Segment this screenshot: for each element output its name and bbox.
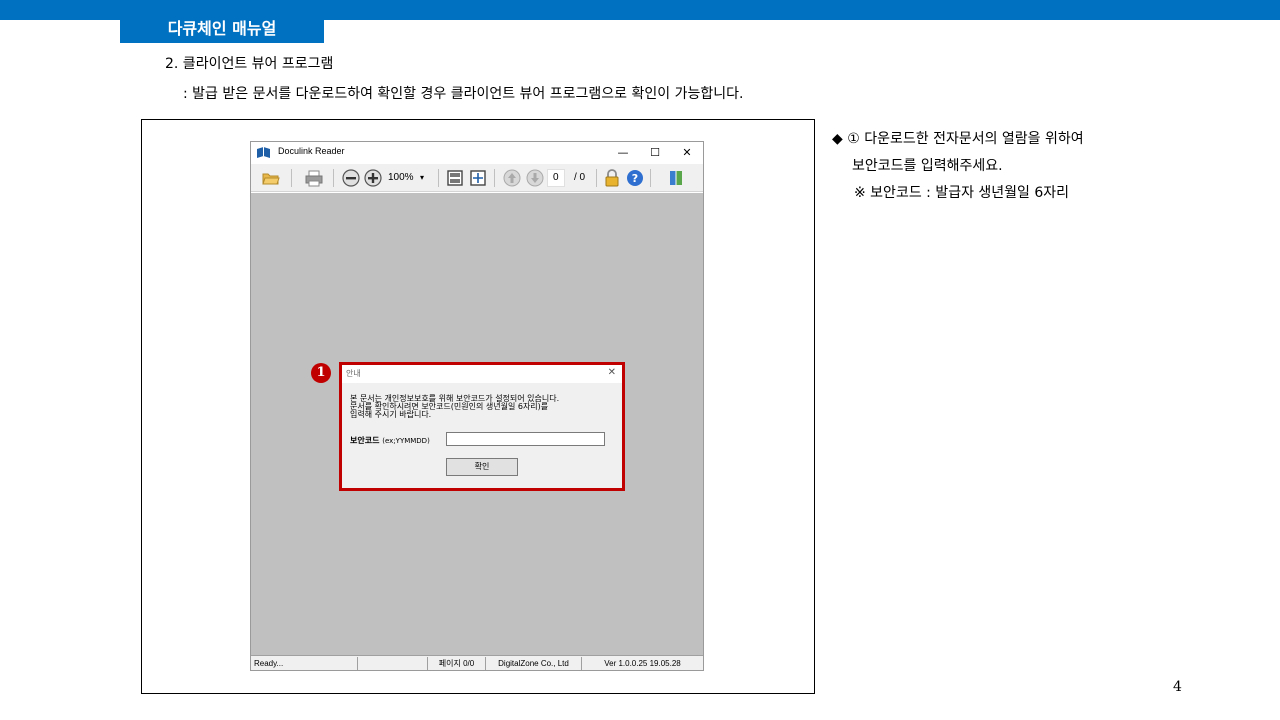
security-code-dialog: 안내 ✕ 본 문서는 개인정보보호를 위해 보안코드가 설정되어 있습니다. 문… <box>342 365 622 488</box>
message-line: 입력해 주시기 바랍니다. <box>350 410 432 419</box>
zoom-in-icon[interactable] <box>364 169 382 187</box>
current-page-value: 0 <box>553 172 559 183</box>
prev-page-icon[interactable] <box>503 169 521 187</box>
viewer-toolbar: 100% ▾ 0 / 0 ? <box>251 164 703 192</box>
section-description: : 발급 받은 문서를 다운로드하여 확인할 경우 클라이언트 뷰어 프로그램으… <box>183 86 744 102</box>
sidenote-line1: ◆ ① 다운로드한 전자문서의 열람을 위하여 <box>832 131 1084 147</box>
toolbar-separator <box>333 169 334 187</box>
security-code-label: 보안코드 (ex;YYMMDD) <box>350 435 430 446</box>
next-page-icon[interactable] <box>526 169 544 187</box>
status-company: DigitalZone Co., Ltd <box>485 657 581 670</box>
security-code-hint: (ex;YYMMDD) <box>382 437 430 445</box>
print-icon[interactable] <box>305 169 323 187</box>
page-number: 4 <box>1173 679 1182 695</box>
dialog-close-icon[interactable]: ✕ <box>608 367 616 378</box>
app-logo-icon <box>257 147 270 158</box>
dialog-message: 본 문서는 개인정보보호를 위해 보안코드가 설정되어 있습니다. 문서를 확인… <box>350 395 616 419</box>
fit-page-icon[interactable] <box>446 169 464 187</box>
exit-icon[interactable] <box>667 169 685 187</box>
total-pages: / 0 <box>574 172 586 183</box>
section-heading: 2. 클라이언트 뷰어 프로그램 <box>165 56 334 72</box>
window-title: Doculink Reader <box>278 146 345 156</box>
toolbar-separator <box>438 169 439 187</box>
svg-text:?: ? <box>632 172 638 185</box>
zoom-dropdown-icon[interactable]: ▾ <box>420 173 424 182</box>
sidenote-line3: ※ 보안코드 : 발급자 생년월일 6자리 <box>854 185 1070 201</box>
toolbar-separator <box>291 169 292 187</box>
close-button[interactable]: ✕ <box>677 145 697 161</box>
security-code-input[interactable] <box>446 432 605 446</box>
status-bar: Ready... 페이지 0/0 DigitalZone Co., Ltd Ve… <box>251 655 703 670</box>
security-code-label-text: 보안코드 <box>350 436 380 445</box>
window-titlebar: Doculink Reader — ☐ ✕ <box>251 142 703 164</box>
help-icon[interactable]: ? <box>626 169 644 187</box>
ok-button[interactable]: 확인 <box>446 458 518 476</box>
page-number-box[interactable]: 0 <box>547 169 565 187</box>
status-page: 페이지 0/0 <box>427 657 485 670</box>
toolbar-separator <box>650 169 651 187</box>
zoom-out-icon[interactable] <box>342 169 360 187</box>
dialog-title: 안내 <box>346 369 361 378</box>
toolbar-separator <box>494 169 495 187</box>
zoom-level[interactable]: 100% <box>388 172 414 183</box>
status-version: Ver 1.0.0.25 19.05.28 <box>581 657 703 670</box>
open-folder-icon[interactable] <box>262 169 280 187</box>
fit-width-icon[interactable] <box>469 169 487 187</box>
sidenote-line2: 보안코드를 입력해주세요. <box>852 158 1003 174</box>
lock-icon[interactable] <box>603 169 621 187</box>
minimize-button[interactable]: — <box>613 145 633 161</box>
manual-title: 다큐체인 매뉴얼 <box>120 14 324 43</box>
status-empty <box>357 657 427 670</box>
status-ready: Ready... <box>254 659 284 668</box>
dialog-titlebar: 안내 ✕ <box>342 365 622 383</box>
step-marker: 1 <box>311 363 331 383</box>
maximize-button[interactable]: ☐ <box>645 145 665 161</box>
toolbar-separator <box>596 169 597 187</box>
